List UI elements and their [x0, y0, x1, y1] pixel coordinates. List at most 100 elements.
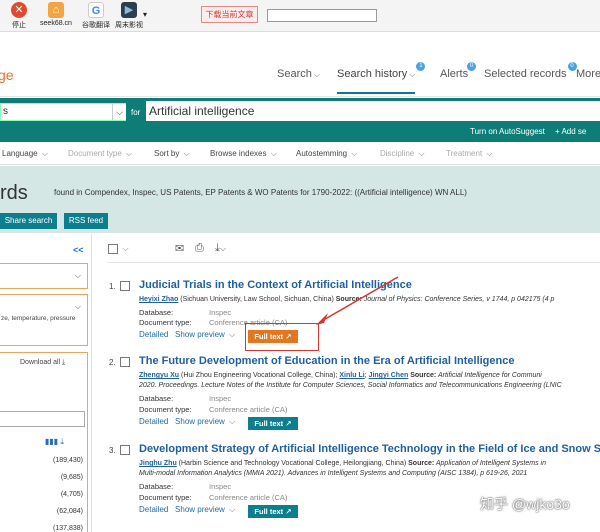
chevron-down-icon: ⌵ — [229, 417, 236, 426]
weekend-movie-bookmark[interactable]: ▶ 周末影视 — [112, 2, 146, 30]
option-autostemming[interactable]: Autostemming ⌵ — [296, 149, 357, 159]
full-text-button[interactable]: Full text ↗ — [248, 505, 298, 518]
record-actions: Detailed Show preview ⌵ — [139, 330, 235, 340]
option-treatment[interactable]: Treatment ⌵ — [446, 149, 492, 159]
results-count-heading: rds — [0, 182, 28, 204]
nav-history-label: Search history — [337, 68, 408, 80]
source-label: Source: — [408, 460, 435, 467]
record-checkbox[interactable] — [120, 445, 130, 455]
facet-count: (62,084) — [56, 508, 83, 515]
record-title-link[interactable]: Development Strategy of Artificial Intel… — [139, 443, 600, 455]
record-checkbox[interactable] — [120, 281, 130, 291]
nav-alerts[interactable]: Alerts 0 — [440, 62, 477, 80]
author-link[interactable]: Jinghu Zhu — [139, 460, 177, 467]
print-icon[interactable]: ⎙ — [195, 242, 204, 255]
facet-count: (9,685) — [60, 474, 83, 481]
nav-selected-records[interactable]: Selected records 0 — [484, 62, 577, 80]
full-text-label: Full text — [254, 507, 284, 516]
browser-toolbar: ✕ 停止 ⌂ seek68.cn G 谷歌翻译 ▶ 周末影视 ▾ 下载当前文章 — [0, 0, 600, 32]
chevron-down-icon: ⌵ — [41, 149, 48, 158]
record-number: 3. — [109, 446, 116, 455]
doctype-row: Document type: Conference article (CA) — [139, 405, 287, 414]
chart-icon[interactable]: ▮▮▮ ⤓ — [45, 437, 64, 447]
watermark: 知乎 @wjko3o — [480, 496, 570, 512]
author-link[interactable]: Xinlu Li — [339, 372, 364, 379]
stop-button[interactable]: ✕ 停止 — [2, 2, 36, 30]
doctype-value: Conference article (CA) — [209, 405, 288, 414]
select-all-checkbox[interactable]: ⌵ — [108, 243, 129, 254]
refine-sidebar: << ⌵ ⌵ ze, temperature, pressure Downloa… — [0, 234, 92, 532]
nav-more[interactable]: More — [576, 68, 600, 80]
record-checkbox[interactable] — [120, 357, 130, 367]
facet-description: ze, temperature, pressure — [1, 315, 76, 322]
full-text-button[interactable]: Full text ↗ — [248, 417, 298, 430]
source-continued: 2020. Proceedings. Lecture Notes of the … — [139, 382, 562, 389]
record-title-link[interactable]: The Future Development of Education in t… — [139, 355, 514, 367]
doctype-row: Document type: Conference article (CA) — [139, 318, 287, 327]
download-all-label: Download all — [20, 359, 61, 366]
show-preview-link[interactable]: Show preview ⌵ — [175, 505, 235, 514]
doctype-label: Document type: — [139, 493, 192, 502]
download-icon[interactable]: ⤓⌵ — [215, 242, 226, 255]
share-search-button[interactable]: Share search — [0, 213, 57, 229]
movie-label: 周末影视 — [115, 22, 143, 29]
google-translate-bookmark[interactable]: G 谷歌翻译 — [76, 2, 116, 30]
facet-filter-input[interactable] — [0, 411, 85, 427]
author-link[interactable]: Jingyi Chen — [369, 372, 409, 379]
detailed-link[interactable]: Detailed — [139, 417, 168, 426]
option-document-type[interactable]: Document type ⌵ — [68, 149, 132, 159]
option-treatment-label: Treatment — [446, 149, 483, 158]
search-query-input[interactable]: Artificial intelligence — [146, 101, 600, 121]
show-preview-link[interactable]: Show preview ⌵ — [175, 330, 235, 339]
database-label: Database: — [139, 308, 174, 317]
nav-search-label: Search — [277, 68, 312, 80]
nav-search[interactable]: Search ⌵ — [277, 68, 320, 80]
record-authors: Zhengyu Xu (Hui Zhou Engineering Vocatio… — [139, 372, 542, 379]
option-language[interactable]: Language ⌵ — [2, 149, 48, 159]
detailed-link[interactable]: Detailed — [139, 505, 168, 514]
bookmarks-more-icon[interactable]: ▾ — [143, 10, 147, 19]
rss-feed-button[interactable]: RSS feed — [64, 213, 108, 229]
facet-panel[interactable]: ⌵ — [0, 263, 88, 289]
email-icon[interactable]: ✉ — [175, 242, 184, 255]
show-preview-link[interactable]: Show preview ⌵ — [175, 417, 235, 426]
doctype-value: Conference article (CA) — [209, 493, 288, 502]
database-label: Database: — [139, 482, 174, 491]
download-article-button[interactable]: 下载当前文章 — [201, 6, 258, 23]
full-text-label: Full text — [254, 419, 284, 428]
database-value: Inspec — [209, 482, 232, 491]
doctype-row: Document type: Conference article (CA) — [139, 493, 287, 502]
author-link[interactable]: Zhengyu Xu — [139, 372, 179, 379]
option-sort-by[interactable]: Sort by ⌵ — [154, 149, 190, 159]
option-document-type-label: Document type — [68, 149, 122, 158]
movie-icon: ▶ — [121, 2, 137, 18]
toolbar-input[interactable] — [267, 9, 377, 22]
option-browse-indexes[interactable]: Browse indexes ⌵ — [210, 149, 277, 159]
option-discipline[interactable]: Discipline ⌵ — [380, 149, 425, 159]
facet-panel-controlled-terms[interactable]: ⌵ ze, temperature, pressure — [0, 294, 88, 346]
author-affiliation: (Sichuan University, Law School, Sichuan… — [178, 296, 336, 303]
option-autostemming-label: Autostemming — [296, 149, 348, 158]
search-field-select[interactable]: s — [0, 103, 126, 121]
detailed-link[interactable]: Detailed — [139, 330, 168, 339]
add-search-field-button[interactable]: + Add se — [555, 127, 586, 136]
option-sort-by-label: Sort by — [154, 149, 180, 158]
search-options-row: Language ⌵ Document type ⌵ Sort by ⌵ Bro… — [0, 143, 600, 165]
record-title-link[interactable]: Judicial Trials in the Context of Artifi… — [139, 279, 412, 291]
logo[interactable]: ge — [0, 67, 14, 83]
seek68-bookmark[interactable]: ⌂ seek68.cn — [36, 2, 76, 27]
collapse-sidebar-button[interactable]: << — [73, 245, 84, 255]
doctype-label: Document type: — [139, 318, 192, 327]
nav-search-history[interactable]: Search history ⌵ 1 — [337, 62, 426, 94]
chevron-down-icon[interactable]: ⌵ — [112, 104, 126, 120]
database-row: Database: Inspec — [139, 394, 231, 403]
author-link[interactable]: Heyixi Zhao — [139, 296, 178, 303]
download-all-link[interactable]: Download all ⤓ — [20, 359, 65, 367]
database-value: Inspec — [209, 308, 232, 317]
autosuggest-toggle[interactable]: Turn on AutoSuggest — [470, 127, 545, 136]
chevron-down-icon: ⌵ — [409, 70, 416, 79]
option-language-label: Language — [2, 149, 38, 158]
source-label: Source: — [408, 372, 437, 379]
checkbox[interactable] — [108, 243, 118, 254]
option-discipline-label: Discipline — [380, 149, 415, 158]
